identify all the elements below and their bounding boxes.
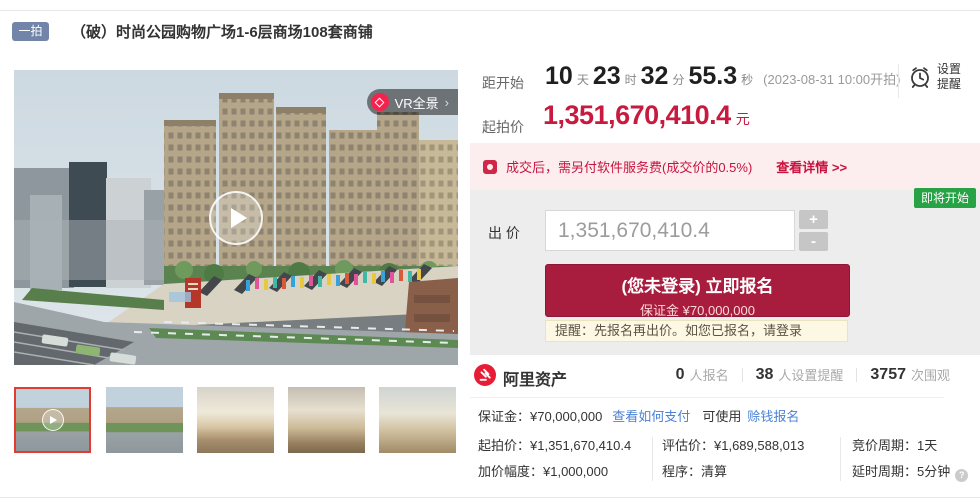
countdown-label: 距开始 <box>482 73 524 93</box>
thumbnail-exterior[interactable] <box>106 387 183 453</box>
help-icon[interactable]: ? <box>955 469 968 482</box>
start-price-value: 1,351,670,410.4 <box>543 100 731 131</box>
set-reminder-label: 设置 提醒 <box>937 62 961 92</box>
how-to-pay-link[interactable]: 查看如何支付 <box>612 406 690 425</box>
countdown-hours: 23 <box>593 62 621 91</box>
thumbnail-interior-3[interactable] <box>379 387 456 453</box>
auction-round-badge: 一拍 <box>12 22 49 41</box>
applicants-count: 0 <box>676 366 685 384</box>
section-divider <box>470 397 944 398</box>
bid-increase-button[interactable]: + <box>799 210 828 229</box>
reminders-count: 38 <box>756 366 774 384</box>
stats-divider <box>856 368 857 382</box>
play-icon <box>231 208 247 228</box>
details-col-1: 起拍价：¥1,351,670,410.4 加价幅度：¥1,000,000 <box>478 433 631 485</box>
bid-decrease-button[interactable]: - <box>799 232 828 251</box>
stats-divider <box>742 368 743 382</box>
chevron-right-icon: › <box>445 95 449 110</box>
detail-increment: 加价幅度：¥1,000,000 <box>478 459 631 485</box>
vr-panorama-button[interactable]: VR全景 › <box>367 89 458 115</box>
vr-icon <box>371 93 389 111</box>
auction-stats: 0 人报名 38 人设置提醒 3757 次围观 <box>676 365 950 384</box>
page-title: （破）时尚公园购物广场1-6层商场108套商铺 <box>71 21 373 42</box>
thumbnail-video[interactable] <box>14 387 91 453</box>
fee-notice-text: 成交后，需另付软件服务费(成交价的0.5%) <box>506 157 752 176</box>
signup-button-deposit: 保证金 ¥70,000,000 <box>546 300 849 319</box>
ali-assets-logo <box>474 364 496 386</box>
thumbnail-interior-1[interactable] <box>197 387 274 453</box>
start-price: 1,351,670,410.4 元 <box>543 100 750 131</box>
start-time-note: (2023-08-31 10:00开拍) <box>763 69 900 88</box>
status-badge: 即将开始 <box>914 188 976 208</box>
login-reminder: 提醒：先报名再出价。如您已报名，请登录 <box>545 320 848 342</box>
detail-appraisal: 评估价：¥1,689,588,013 <box>662 433 804 459</box>
detail-start-price: 起拍价：¥1,351,670,410.4 <box>478 433 631 459</box>
detail-cycle: 竞价周期：1天 <box>852 433 968 459</box>
bid-amount-input[interactable] <box>545 210 795 251</box>
bottom-divider <box>0 497 980 498</box>
details-col-2: 评估价：¥1,689,588,013 程序：清算 <box>662 433 804 485</box>
signup-button[interactable]: (您未登录) 立即报名 保证金 ¥70,000,000 <box>545 264 850 317</box>
main-photo[interactable]: VR全景 › <box>14 70 458 365</box>
top-divider <box>0 10 980 11</box>
views-count: 3757 <box>870 366 906 384</box>
deposit-row: 保证金：¥70,000,000 查看如何支付 可使用 赊钱报名 <box>478 406 799 425</box>
details-col-3: 竞价周期：1天 延时周期：5分钟? <box>852 433 968 485</box>
countdown-seconds: 55.3 <box>688 62 737 91</box>
detail-procedure: 程序：清算 <box>662 459 804 485</box>
fee-detail-link[interactable]: 查看详情 >> <box>776 157 847 176</box>
fee-icon <box>483 160 497 174</box>
gavel-icon <box>478 368 492 382</box>
details-divider <box>840 437 841 481</box>
alarm-clock-icon <box>908 65 932 89</box>
service-fee-notice: 成交后，需另付软件服务费(成交价的0.5%) 查看详情 >> <box>470 143 980 190</box>
auction-detail-page: 一拍 （破）时尚公园购物广场1-6层商场108套商铺 <box>0 0 980 504</box>
bid-label: 出 价 <box>488 223 520 243</box>
vr-label: VR全景 <box>395 93 439 112</box>
header-divider <box>898 64 899 98</box>
video-play-button[interactable] <box>209 191 263 245</box>
detail-delay: 延时周期：5分钟 <box>852 464 950 479</box>
thumbnail-interior-2[interactable] <box>288 387 365 453</box>
thumbnail-play-icon <box>42 409 64 431</box>
deposit-amount: 保证金：¥70,000,000 <box>478 406 602 425</box>
details-divider <box>652 437 653 481</box>
countdown-timer: 10 天 23 时 32 分 55.3 秒 (2023-08-31 10:00开… <box>545 62 900 91</box>
start-price-unit: 元 <box>736 109 750 129</box>
countdown-minutes: 32 <box>641 62 669 91</box>
bid-stepper: + - <box>799 210 828 251</box>
signup-button-main: (您未登录) 立即报名 <box>546 272 849 297</box>
start-price-label: 起拍价 <box>482 117 524 137</box>
countdown-days: 10 <box>545 62 573 91</box>
credit-signup-link[interactable]: 赊钱报名 <box>747 406 799 425</box>
set-reminder-button[interactable]: 设置 提醒 <box>908 62 961 92</box>
seller-name[interactable]: 阿里资产 <box>503 366 567 390</box>
